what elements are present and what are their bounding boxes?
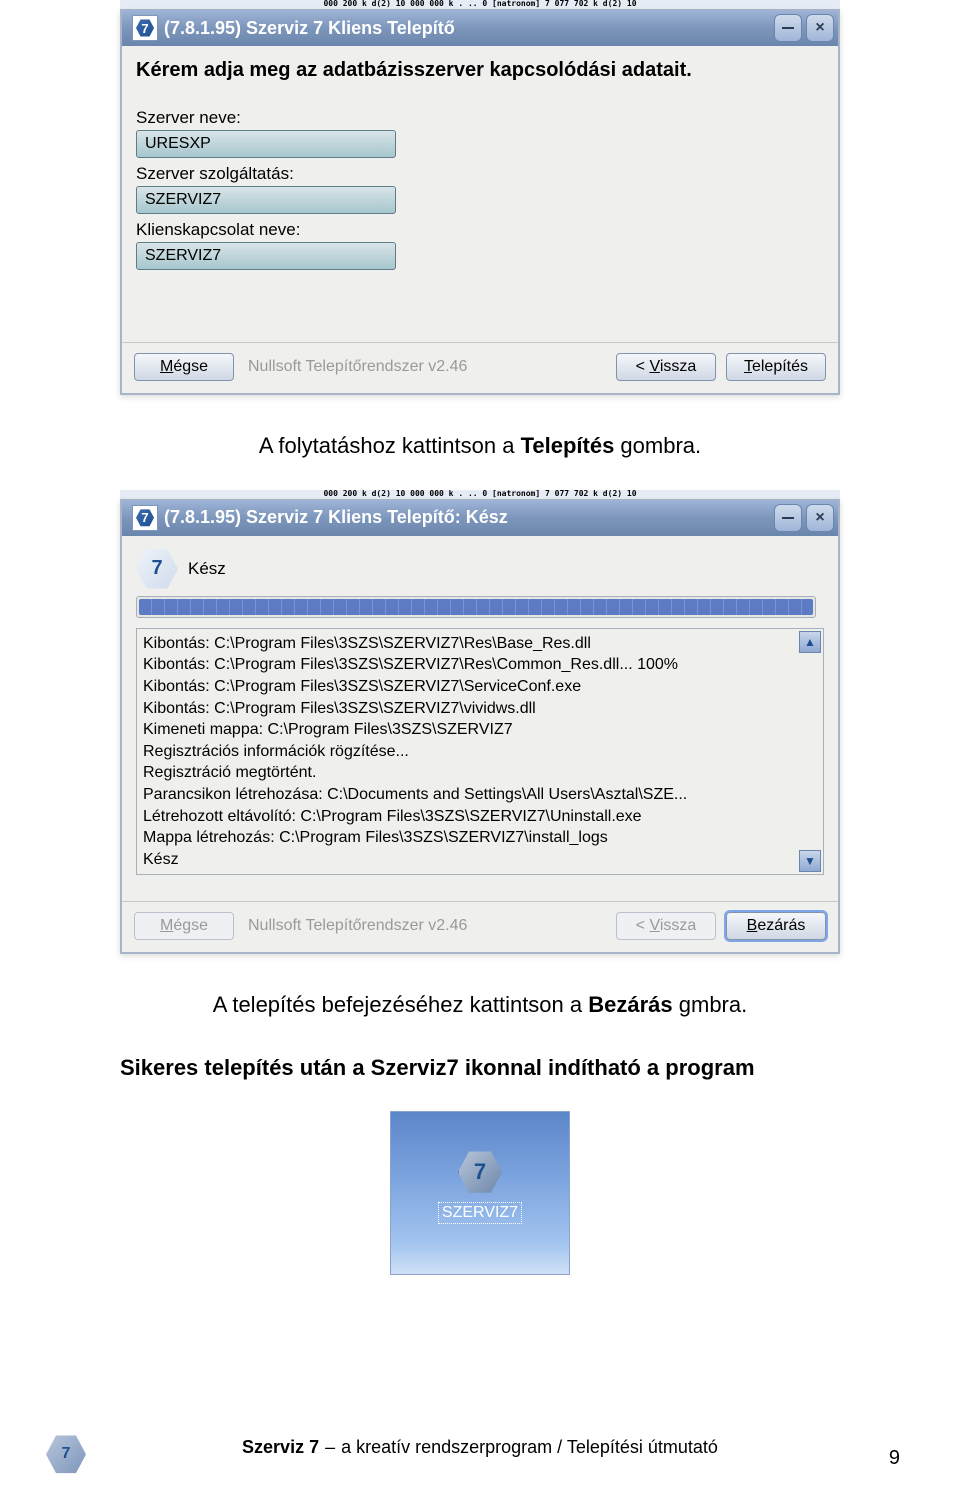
log-line: Kész bbox=[143, 849, 817, 871]
client-connection-input[interactable] bbox=[136, 242, 396, 270]
installer-window-1: 7 (7.8.1.95) Szerviz 7 Kliens Telepítő ×… bbox=[120, 10, 840, 395]
prompt-text: Kérem adja meg az adatbázisszerver kapcs… bbox=[136, 58, 824, 82]
hexagon-icon: 7 bbox=[136, 548, 178, 590]
log-line: Kibontás: C:\Program Files\3SZS\SZERVIZ7… bbox=[143, 633, 817, 655]
log-line: Mappa létrehozás: C:\Program Files\3SZS\… bbox=[143, 827, 817, 849]
status-text: Kész bbox=[188, 559, 226, 579]
final-note: Sikeres telepítés után a Szerviz7 ikonna… bbox=[120, 1055, 840, 1081]
footer-title: Szerviz 7 bbox=[242, 1435, 319, 1460]
scroll-down-button[interactable]: ▼ bbox=[799, 850, 821, 872]
install-log: ▲ Kibontás: C:\Program Files\3SZS\SZERVI… bbox=[136, 628, 824, 876]
background-crop-text: 000 200 k d(2) 10 000 000 k . .. 0 [natr… bbox=[120, 490, 840, 500]
window-title: (7.8.1.95) Szerviz 7 Kliens Telepítő bbox=[164, 18, 770, 39]
desktop-icon-label: SZERVIZ7 bbox=[438, 1202, 522, 1224]
cancel-button[interactable]: Mégse bbox=[134, 353, 234, 381]
minimize-button[interactable] bbox=[774, 504, 802, 532]
back-button: < Vissza bbox=[616, 912, 716, 940]
desktop-screenshot: 7 SZERVIZ7 bbox=[390, 1111, 570, 1275]
log-line: Kibontás: C:\Program Files\3SZS\SZERVIZ7… bbox=[143, 698, 817, 720]
log-line: Kibontás: C:\Program Files\3SZS\SZERVIZ7… bbox=[143, 676, 817, 698]
app-icon: 7 bbox=[132, 15, 158, 41]
log-line: Regisztráció megtörtént. bbox=[143, 762, 817, 784]
background-crop-text: 000 200 k d(2) 10 000 000 k . .. 0 [natr… bbox=[120, 0, 840, 10]
wizard-footer: Mégse Nullsoft Telepítőrendszer v2.46 < … bbox=[122, 901, 838, 952]
footer-subtitle: a kreatív rendszerprogram / Telepítési ú… bbox=[341, 1435, 718, 1460]
server-service-input[interactable] bbox=[136, 186, 396, 214]
caption-1: A folytatáshoz kattintson a Telepítés go… bbox=[120, 431, 840, 462]
wizard-footer: Mégse Nullsoft Telepítőrendszer v2.46 < … bbox=[122, 342, 838, 393]
log-line: Létrehozott eltávolító: C:\Program Files… bbox=[143, 806, 817, 828]
field-label: Szerver szolgáltatás: bbox=[136, 164, 824, 184]
minimize-button[interactable] bbox=[774, 14, 802, 42]
szerviz7-desktop-icon[interactable]: 7 bbox=[454, 1146, 506, 1198]
caption-2: A telepítés befejezéséhez kattintson a B… bbox=[120, 990, 840, 1021]
cancel-button: Mégse bbox=[134, 912, 234, 940]
titlebar: 7 (7.8.1.95) Szerviz 7 Kliens Telepítő × bbox=[122, 10, 838, 46]
back-button[interactable]: < Vissza bbox=[616, 353, 716, 381]
field-label: Klienskapcsolat neve: bbox=[136, 220, 824, 240]
installer-version: Nullsoft Telepítőrendszer v2.46 bbox=[244, 358, 606, 376]
install-button[interactable]: Telepítés bbox=[726, 353, 826, 381]
progress-bar bbox=[136, 596, 816, 618]
log-line: Kimeneti mappa: C:\Program Files\3SZS\SZ… bbox=[143, 719, 817, 741]
close-button[interactable]: × bbox=[806, 14, 834, 42]
log-line: Parancsikon létrehozása: C:\Documents an… bbox=[143, 784, 817, 806]
close-installer-button[interactable]: Bezárás bbox=[726, 912, 826, 940]
page-number: 9 bbox=[889, 1447, 900, 1470]
log-line: Kibontás: C:\Program Files\3SZS\SZERVIZ7… bbox=[143, 654, 817, 676]
server-name-input[interactable] bbox=[136, 130, 396, 158]
close-button[interactable]: × bbox=[806, 504, 834, 532]
scroll-up-button[interactable]: ▲ bbox=[799, 631, 821, 653]
log-line: Regisztrációs információk rögzítése... bbox=[143, 741, 817, 763]
window-title: (7.8.1.95) Szerviz 7 Kliens Telepítő: Ké… bbox=[164, 507, 770, 528]
app-icon: 7 bbox=[132, 505, 158, 531]
installer-version: Nullsoft Telepítőrendszer v2.46 bbox=[244, 917, 606, 935]
page-footer: 7 Szerviz 7 – a kreatív rendszerprogram … bbox=[0, 1435, 960, 1470]
field-label: Szerver neve: bbox=[136, 108, 824, 128]
installer-window-2: 7 (7.8.1.95) Szerviz 7 Kliens Telepítő: … bbox=[120, 500, 840, 955]
titlebar: 7 (7.8.1.95) Szerviz 7 Kliens Telepítő: … bbox=[122, 500, 838, 536]
